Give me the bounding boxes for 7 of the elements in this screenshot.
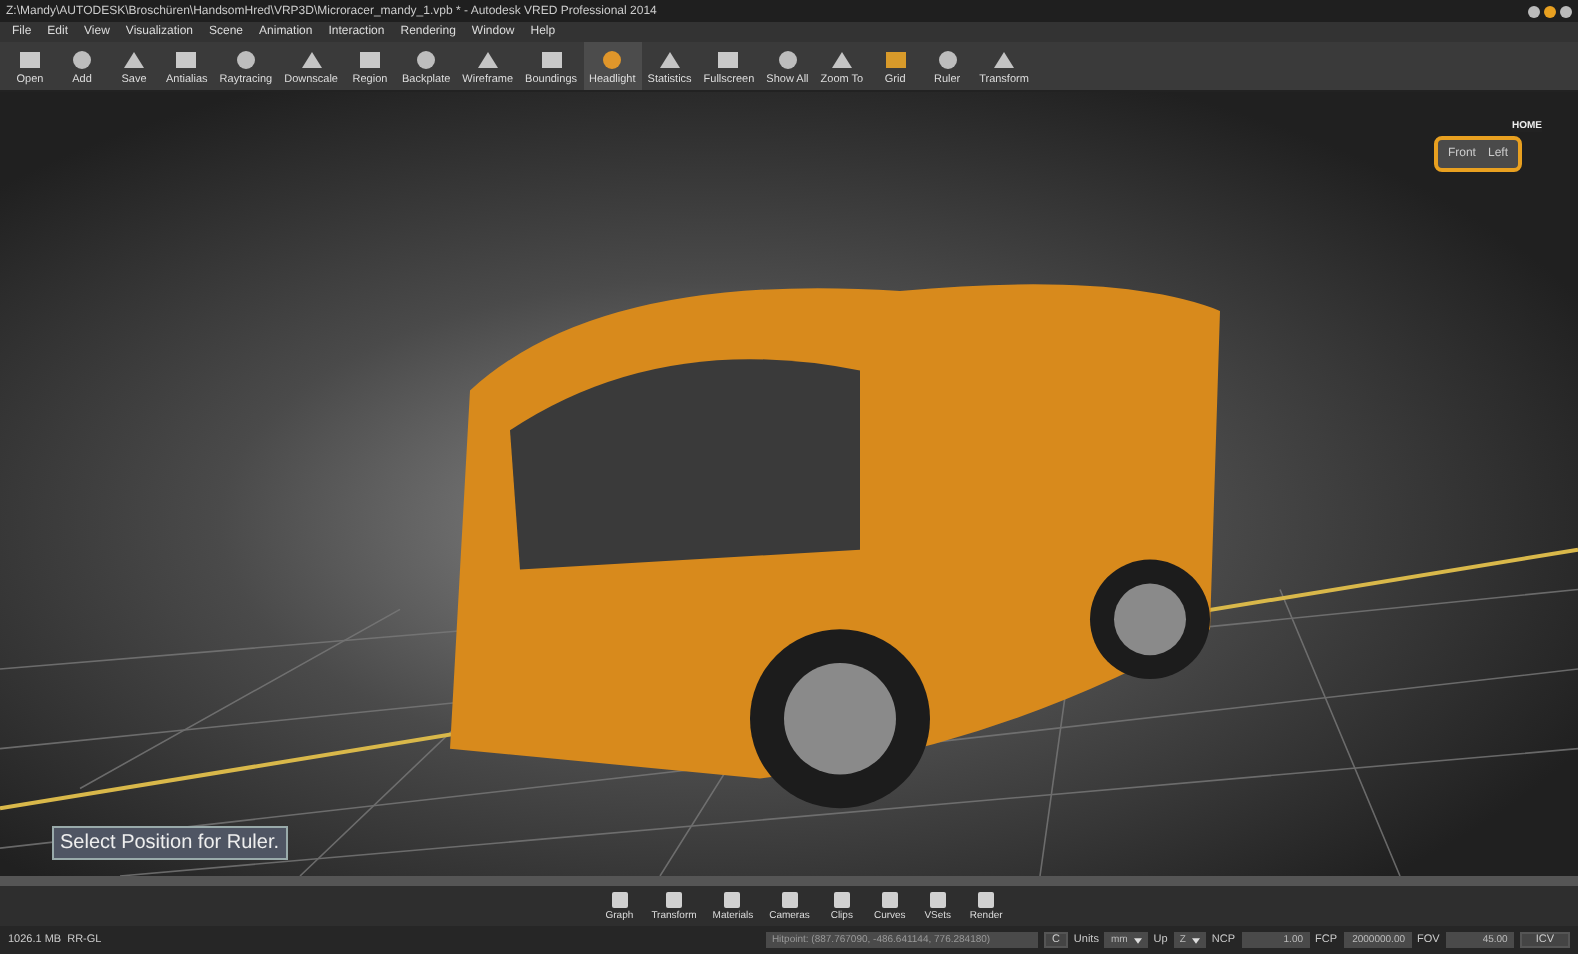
ruler-hint-label: Select Position for Ruler. [52, 826, 287, 860]
maximize-button[interactable] [1544, 5, 1556, 17]
caret-icon [1133, 937, 1142, 943]
caret-icon [1191, 937, 1200, 943]
close-button[interactable] [1560, 5, 1572, 17]
minimize-button[interactable] [1528, 5, 1540, 17]
square-icon [537, 47, 566, 71]
